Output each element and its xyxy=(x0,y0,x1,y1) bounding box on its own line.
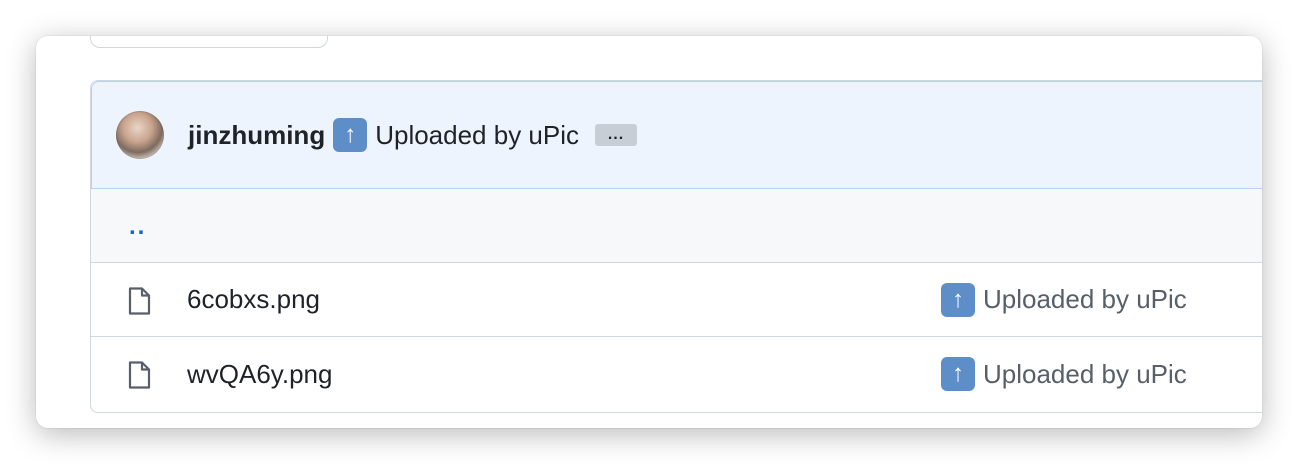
file-commit-link[interactable]: Uploaded by uPic xyxy=(983,284,1187,315)
commit-message-link[interactable]: Uploaded by uPic xyxy=(375,120,579,151)
arrow-up-emoji-icon: ↑ xyxy=(941,357,975,391)
top-tab-fragment xyxy=(90,36,328,48)
file-row[interactable]: 6cobxs.png ↑ Uploaded by uPic xyxy=(91,263,1262,337)
file-name-link[interactable]: 6cobxs.png xyxy=(187,284,320,315)
latest-commit-bar: jinzhuming ↑ Uploaded by uPic ... xyxy=(91,81,1262,189)
file-row[interactable]: wvQA6y.png ↑ Uploaded by uPic xyxy=(91,337,1262,411)
file-icon xyxy=(128,287,151,315)
file-commit-message: ↑ Uploaded by uPic xyxy=(941,282,1187,317)
parent-directory-row[interactable]: .. xyxy=(91,189,1262,263)
repository-window: jinzhuming ↑ Uploaded by uPic ... .. 6co… xyxy=(36,36,1262,428)
parent-directory-link[interactable]: .. xyxy=(129,213,146,241)
expand-commit-message-button[interactable]: ... xyxy=(595,124,638,146)
file-commit-message: ↑ Uploaded by uPic xyxy=(941,357,1187,391)
arrow-up-emoji-icon: ↑ xyxy=(941,282,975,317)
arrow-up-emoji-icon: ↑ xyxy=(333,118,368,152)
file-browser: jinzhuming ↑ Uploaded by uPic ... .. 6co… xyxy=(90,80,1262,413)
file-commit-link[interactable]: Uploaded by uPic xyxy=(983,359,1187,390)
commit-author-link[interactable]: jinzhuming xyxy=(188,120,325,151)
file-icon xyxy=(128,361,151,389)
avatar[interactable] xyxy=(116,111,164,159)
file-name-link[interactable]: wvQA6y.png xyxy=(187,359,332,390)
